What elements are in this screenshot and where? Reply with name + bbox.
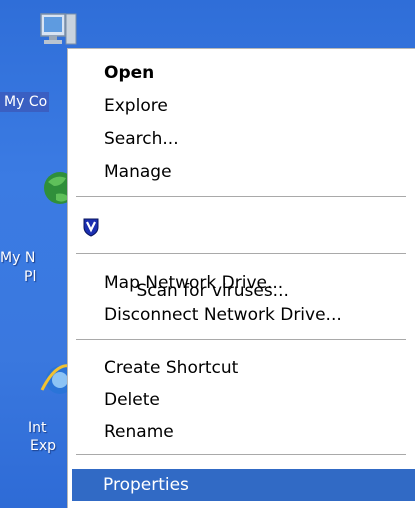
menu-separator [76, 253, 406, 254]
computer-icon [40, 13, 77, 45]
menu-item-rename[interactable]: Rename [73, 416, 410, 448]
menu-item-properties[interactable]: Properties [72, 469, 415, 501]
menu-item-disconnect-network-drive[interactable]: Disconnect Network Drive... [73, 299, 410, 331]
my-computer-shortcut[interactable]: My Co [0, 0, 77, 120]
my-network-places-label-line1: My N [0, 250, 36, 266]
menu-item-map-network-drive[interactable]: Map Network Drive... [73, 267, 410, 299]
my-computer-label[interactable]: My Co [0, 92, 50, 112]
context-menu: Open Explore Search... Manage Scan for v… [67, 48, 415, 508]
menu-item-search[interactable]: Search... [73, 123, 410, 155]
menu-separator [76, 196, 406, 197]
menu-item-explore[interactable]: Explore [73, 90, 410, 122]
menu-item-open[interactable]: Open [73, 57, 410, 89]
internet-explorer-label-line2: Exp [30, 438, 57, 454]
menu-item-delete[interactable]: Delete [73, 384, 410, 416]
desktop: My Co My N Pl Int Exp Open Explore Searc… [0, 0, 415, 508]
menu-item-create-shortcut[interactable]: Create Shortcut [73, 352, 410, 384]
my-network-places-shortcut[interactable]: My N Pl [0, 160, 76, 290]
menu-item-scan-for-viruses[interactable]: Scan for viruses... [73, 211, 410, 301]
my-network-places-label-line2: Pl [24, 269, 37, 285]
menu-separator [76, 454, 406, 455]
internet-explorer-shortcut[interactable]: Int Exp [0, 350, 77, 480]
menu-separator [76, 339, 406, 340]
shield-icon [83, 218, 99, 237]
menu-item-manage[interactable]: Manage [73, 156, 410, 188]
internet-explorer-label-line1: Int [28, 420, 47, 436]
